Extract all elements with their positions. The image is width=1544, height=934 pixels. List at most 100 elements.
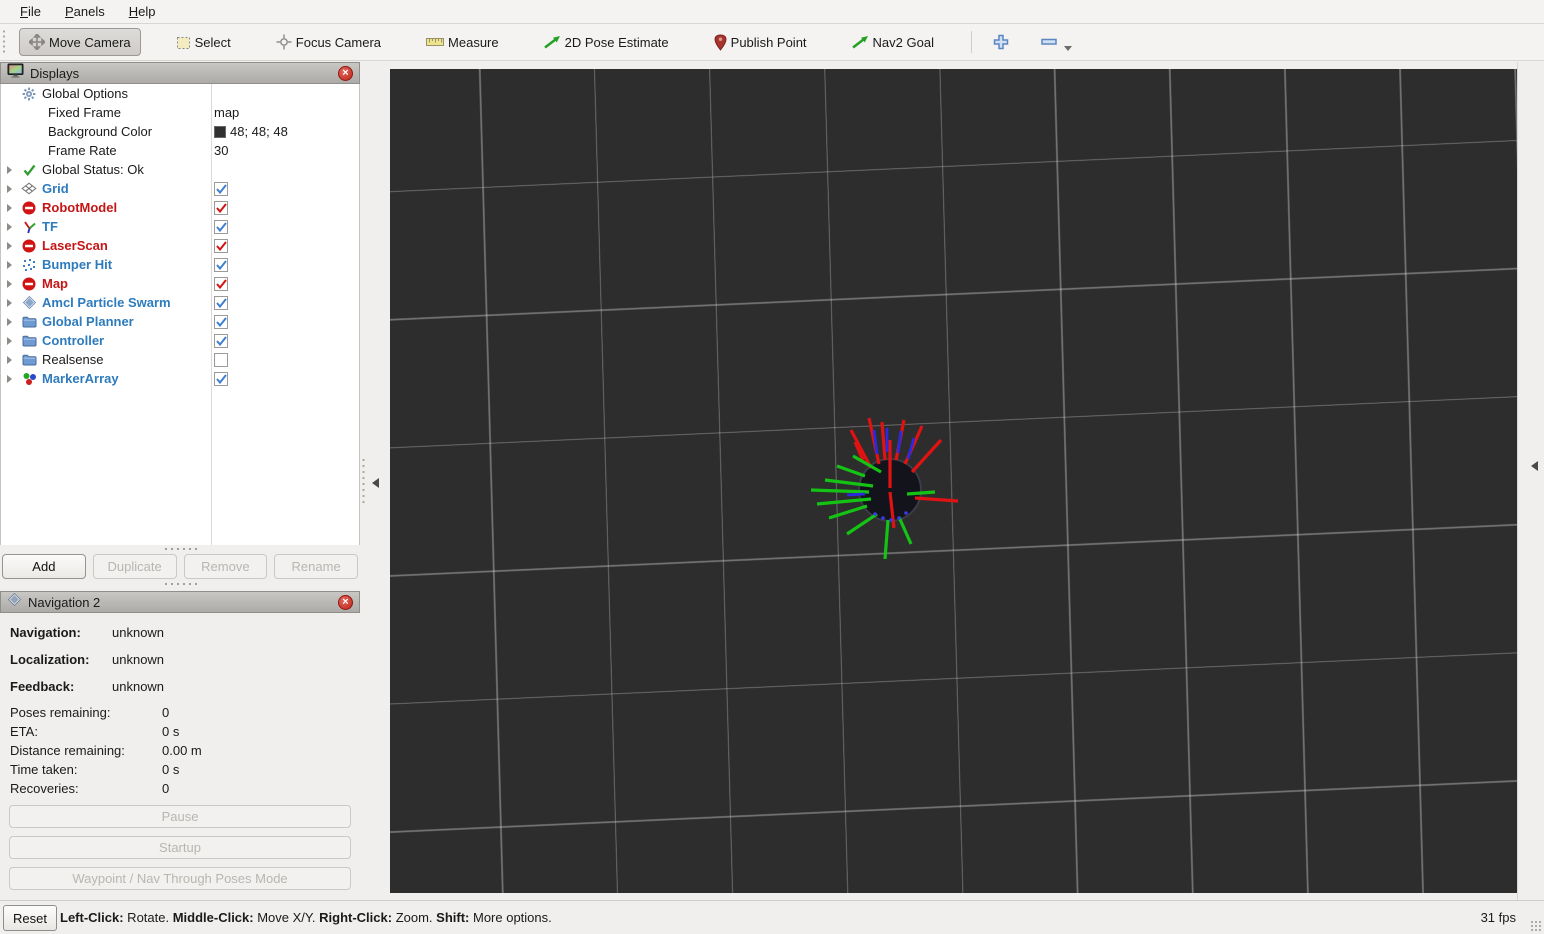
folder-icon bbox=[20, 353, 38, 366]
tool-nav2-goal-label: Nav2 Goal bbox=[872, 34, 934, 50]
display-row-markerarray[interactable]: MarkerArray bbox=[1, 369, 359, 388]
checkbox-tf[interactable] bbox=[214, 219, 228, 234]
checkbox-controller[interactable] bbox=[214, 333, 228, 348]
folder-icon bbox=[20, 315, 38, 328]
nav2-panel-header[interactable]: Navigation 2 bbox=[0, 591, 360, 613]
tool-add-tool-icon[interactable] bbox=[986, 28, 1016, 56]
display-row-realsense[interactable]: Realsense bbox=[1, 350, 359, 369]
menu-file[interactable]: File bbox=[8, 2, 53, 21]
collapse-arrow-icon[interactable] bbox=[7, 260, 12, 269]
reset-button[interactable]: Reset bbox=[3, 905, 57, 931]
checkbox-global-planner[interactable] bbox=[214, 314, 228, 329]
checkbox-map[interactable] bbox=[214, 276, 228, 291]
collapse-arrow-icon[interactable] bbox=[7, 298, 12, 307]
render-viewport[interactable] bbox=[390, 69, 1517, 893]
checkbox-bumper-hit[interactable] bbox=[214, 257, 228, 272]
metric-row-recoveries: Recoveries: 0 bbox=[0, 779, 360, 798]
collapse-arrow-icon[interactable] bbox=[7, 165, 12, 174]
nav2-panel-body: Navigation: unknown Localization: unknown Fe… bbox=[0, 613, 360, 900]
metric-label: Recoveries: bbox=[10, 781, 79, 796]
tool-nav2-goal[interactable]: Nav2 Goal bbox=[842, 29, 944, 56]
display-row-controller[interactable]: Controller bbox=[1, 331, 359, 350]
menu-help[interactable]: Help bbox=[117, 2, 168, 21]
close-displays-button[interactable] bbox=[338, 65, 353, 81]
displays-buttons: Add Duplicate Remove Rename bbox=[0, 554, 360, 580]
status-row-feedback: Feedback: unknown bbox=[0, 675, 360, 702]
display-row-laserscan[interactable]: LaserScan bbox=[1, 236, 359, 255]
display-row-robotmodel[interactable]: RobotModel bbox=[1, 198, 359, 217]
metric-label: ETA: bbox=[10, 724, 38, 739]
focus-camera-icon bbox=[276, 34, 292, 50]
prop-value-frame-rate[interactable]: 30 bbox=[214, 141, 228, 160]
display-row-global-planner[interactable]: Global Planner bbox=[1, 312, 359, 331]
toolbar-drag-handle[interactable] bbox=[2, 29, 9, 55]
collapse-arrow-icon[interactable] bbox=[7, 222, 12, 231]
add-button[interactable]: Add bbox=[2, 554, 86, 579]
menu-panels[interactable]: Panels bbox=[53, 2, 117, 21]
collapse-arrow-icon[interactable] bbox=[7, 203, 12, 212]
tool-focus-camera-label: Focus Camera bbox=[295, 34, 382, 50]
nav2-statuses: Navigation: unknown Localization: unknown Fe… bbox=[0, 621, 360, 702]
tool-select[interactable]: Select bbox=[166, 29, 241, 56]
hint-right-click: Right-Click: Zoom. bbox=[319, 910, 437, 925]
gear-icon bbox=[20, 87, 38, 101]
splitter-grip[interactable] bbox=[361, 457, 365, 507]
display-row-bumper-hit[interactable]: Bumper Hit bbox=[1, 255, 359, 274]
displays-panel-header[interactable]: Displays bbox=[0, 62, 360, 84]
collapse-arrow-icon[interactable] bbox=[7, 184, 12, 193]
collapse-arrow-icon[interactable] bbox=[7, 336, 12, 345]
checkbox-grid[interactable] bbox=[214, 181, 228, 196]
tool-measure[interactable]: Measure bbox=[416, 29, 509, 56]
prop-row-fixed-frame[interactable]: Fixed Frame map bbox=[1, 103, 359, 122]
checkbox-laserscan[interactable] bbox=[214, 238, 228, 253]
display-row-global-options[interactable]: Global Options bbox=[1, 84, 359, 103]
checkbox-markerarray[interactable] bbox=[214, 371, 228, 386]
tool-dropdown-caret-icon[interactable] bbox=[1063, 45, 1072, 51]
prop-row-background-color[interactable]: Background Color 48; 48; 48 bbox=[1, 122, 359, 141]
collapse-arrow-icon[interactable] bbox=[7, 355, 12, 364]
tool-2d-pose-estimate-label: 2D Pose Estimate bbox=[564, 34, 669, 50]
tool-move-camera-label: Move Camera bbox=[49, 34, 131, 50]
panels-splitter-handle[interactable] bbox=[0, 580, 360, 587]
display-row-map[interactable]: Map bbox=[1, 274, 359, 293]
tf-axes-icon bbox=[20, 219, 38, 234]
display-row-grid[interactable]: Grid bbox=[1, 179, 359, 198]
collapse-right-dock-icon[interactable] bbox=[1531, 461, 1538, 471]
collapse-arrow-icon[interactable] bbox=[7, 317, 12, 326]
prop-row-frame-rate[interactable]: Frame Rate 30 bbox=[1, 141, 359, 160]
prop-value-background-color[interactable]: 48; 48; 48 bbox=[214, 122, 288, 141]
tool-publish-point[interactable]: Publish Point bbox=[704, 28, 817, 57]
error-icon bbox=[20, 277, 38, 291]
points-icon bbox=[20, 258, 38, 272]
right-dock-splitter[interactable] bbox=[1517, 62, 1544, 900]
status-label: Feedback: bbox=[10, 679, 75, 694]
tool-remove-tool-icon[interactable] bbox=[1034, 28, 1079, 57]
display-row-global-status-ok[interactable]: Global Status: Ok bbox=[1, 160, 359, 179]
checkbox-realsense[interactable] bbox=[214, 352, 228, 367]
markers-icon bbox=[20, 372, 38, 386]
display-row-tf[interactable]: TF bbox=[1, 217, 359, 236]
nav2-buttons: Pause Startup Waypoint / Nav Through Poses… bbox=[0, 805, 360, 890]
displays-splitter-handle[interactable] bbox=[0, 545, 360, 552]
prop-value-fixed-frame[interactable]: map bbox=[214, 103, 239, 122]
color-swatch bbox=[214, 125, 226, 138]
collapse-arrow-icon[interactable] bbox=[7, 374, 12, 383]
collapse-arrow-icon[interactable] bbox=[7, 241, 12, 250]
collapse-left-dock-icon[interactable] bbox=[372, 478, 379, 488]
window-resize-grip[interactable] bbox=[1530, 920, 1542, 932]
remove-button: Remove bbox=[183, 554, 268, 579]
tool-move-camera[interactable]: Move Camera bbox=[19, 28, 141, 56]
tool-2d-pose-estimate[interactable]: 2D Pose Estimate bbox=[534, 29, 679, 56]
checkbox-amcl-particle-swarm[interactable] bbox=[214, 295, 228, 310]
checkbox-robotmodel[interactable] bbox=[214, 200, 228, 215]
displays-monitor-icon bbox=[7, 63, 24, 84]
display-row-amcl-particle-swarm[interactable]: Amcl Particle Swarm bbox=[1, 293, 359, 312]
tool-focus-camera[interactable]: Focus Camera bbox=[266, 28, 391, 56]
error-icon bbox=[20, 201, 38, 215]
mouse-hints: Left-Click: Rotate. Middle-Click: Move X… bbox=[60, 910, 552, 925]
metric-value: 0 bbox=[162, 781, 170, 796]
collapse-arrow-icon[interactable] bbox=[7, 279, 12, 288]
left-dock-splitter[interactable] bbox=[360, 62, 390, 900]
close-nav2-button[interactable] bbox=[338, 594, 353, 610]
error-icon bbox=[20, 239, 38, 253]
